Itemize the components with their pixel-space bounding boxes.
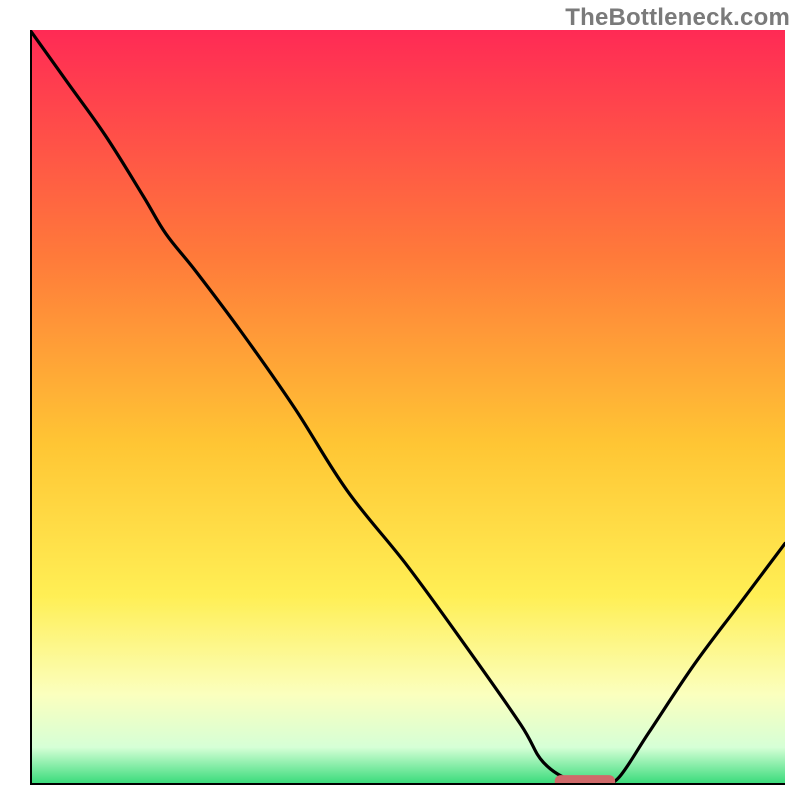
chart-svg <box>30 30 785 785</box>
watermark-text: TheBottleneck.com <box>565 4 790 32</box>
gradient-rect <box>30 30 785 785</box>
plot-area <box>30 30 785 785</box>
chart-stage: TheBottleneck.com <box>0 0 800 800</box>
